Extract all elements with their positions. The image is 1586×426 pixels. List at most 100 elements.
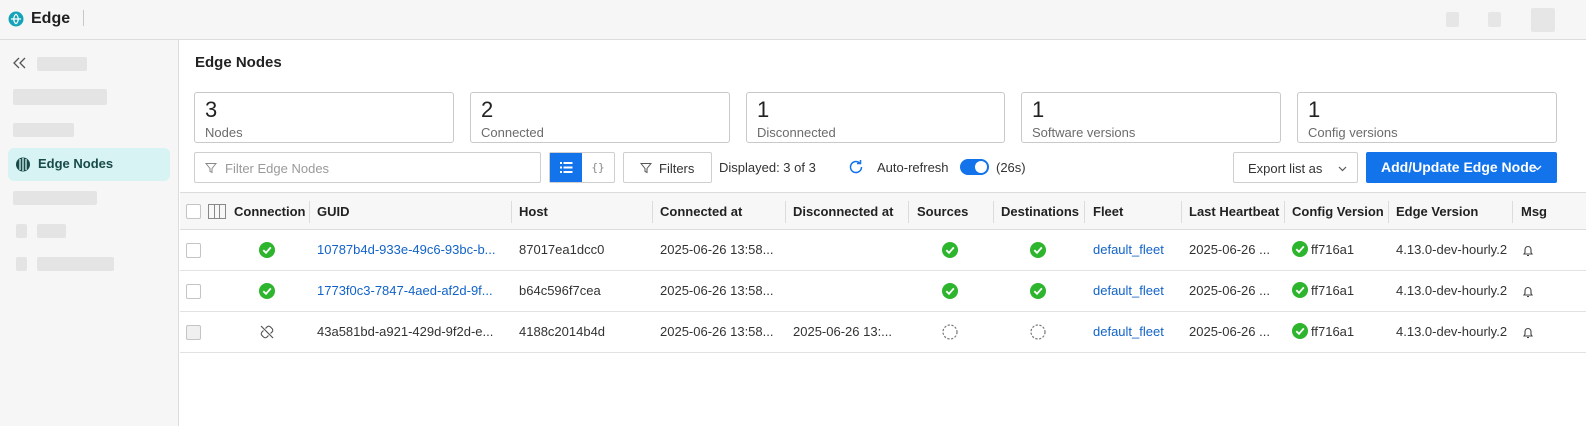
column-divider [1512, 201, 1513, 223]
json-view-button[interactable]: {} [582, 153, 614, 182]
stat-value: 3 [205, 97, 218, 122]
select-all-checkbox[interactable] [186, 204, 201, 219]
bell-icon[interactable] [1522, 244, 1534, 257]
edge-nodes-icon [16, 157, 30, 172]
edge-version-cell: 4.13.0-dev-hourly.2 [1396, 283, 1508, 298]
page-title: Edge Nodes [195, 54, 282, 71]
row-checkbox[interactable] [186, 243, 201, 258]
view-toggle: {} [549, 152, 615, 183]
sidebar-placeholder [37, 224, 66, 238]
host-cell: 4188c2014b4d [519, 324, 606, 339]
config-version-cell: ff716a1 [1311, 324, 1355, 339]
stat-card-config-versions: 1 Config versions [1297, 92, 1557, 143]
sidebar-item-label: Edge Nodes [38, 156, 114, 171]
auto-refresh-toggle[interactable] [960, 159, 989, 175]
chevron-down-icon [1338, 166, 1347, 172]
fleet-link[interactable]: default_fleet [1093, 283, 1178, 298]
edge-logo-icon [8, 11, 24, 27]
columns-icon[interactable] [208, 204, 226, 219]
export-list-button[interactable]: Export list as [1233, 152, 1358, 183]
row-checkbox[interactable] [186, 284, 201, 299]
add-update-edge-node-button[interactable]: Add/Update Edge Node [1366, 152, 1557, 183]
refresh-icon[interactable] [848, 159, 864, 175]
check-circle-icon [1292, 323, 1308, 339]
column-header-connection[interactable]: Connection [234, 204, 306, 219]
disconnected-at-cell: 2025-06-26 13:... [793, 324, 893, 339]
bell-icon[interactable] [1522, 285, 1534, 298]
config-version-cell: ff716a1 [1311, 283, 1355, 298]
bell-icon[interactable] [1522, 326, 1534, 339]
column-header-last-heartbeat[interactable]: Last Heartbeat [1189, 204, 1279, 219]
host-cell: b64c596f7cea [519, 283, 601, 298]
top-bar: Edge [0, 0, 1586, 40]
funnel-icon [640, 163, 652, 174]
edge-version-cell: 4.13.0-dev-hourly.2 [1396, 324, 1508, 339]
auto-refresh-label: Auto-refresh [877, 160, 949, 175]
column-header-connected-at[interactable]: Connected at [660, 204, 742, 219]
fleet-link[interactable]: default_fleet [1093, 324, 1178, 339]
collapse-sidebar-icon[interactable] [13, 57, 27, 69]
connected-at-cell: 2025-06-26 13:58... [660, 242, 774, 257]
host-cell: 87017ea1dcc0 [519, 242, 605, 257]
column-divider [1284, 201, 1285, 223]
add-button-label: Add/Update Edge Node [1381, 159, 1537, 175]
stat-value: 2 [481, 97, 494, 122]
chevron-down-icon [1533, 165, 1542, 171]
table-header: Connection GUID Host Connected at Discon… [180, 192, 1586, 230]
column-header-fleet[interactable]: Fleet [1093, 204, 1123, 219]
last-heartbeat-cell: 2025-06-26 ... [1189, 283, 1270, 298]
column-divider [908, 201, 909, 223]
sidebar-placeholder [16, 224, 27, 238]
user-avatar[interactable] [1531, 8, 1555, 32]
stat-value: 1 [1308, 97, 1321, 122]
check-circle-icon [259, 283, 275, 299]
column-header-msg[interactable]: Msg [1521, 204, 1547, 219]
sidebar: Edge Nodes [0, 40, 179, 426]
table-row[interactable]: 43a581bd-a921-429d-9f2d-e... 4188c2014b4… [180, 312, 1586, 353]
topbar-action-1[interactable] [1446, 12, 1459, 27]
sidebar-placeholder [13, 123, 74, 137]
fleet-link[interactable]: default_fleet [1093, 242, 1178, 257]
row-checkbox[interactable] [186, 325, 201, 340]
filters-button[interactable]: Filters [623, 152, 712, 183]
topbar-divider [83, 10, 84, 26]
guid-link[interactable]: 1773f0c3-7847-4aed-af2d-9f... [317, 283, 505, 298]
last-heartbeat-cell: 2025-06-26 ... [1189, 324, 1270, 339]
sidebar-placeholder [13, 191, 97, 205]
check-circle-icon [1292, 241, 1308, 257]
filter-input[interactable] [223, 157, 533, 179]
column-header-sources[interactable]: Sources [917, 204, 968, 219]
stat-label: Disconnected [757, 125, 836, 140]
column-header-destinations[interactable]: Destinations [1001, 204, 1079, 219]
stat-card-disconnected: 1 Disconnected [746, 92, 1005, 143]
column-header-config-version[interactable]: Config Version [1292, 204, 1384, 219]
table-row[interactable]: 10787b4d-933e-49c6-93bc-b... 87017ea1dcc… [180, 230, 1586, 271]
stat-label: Connected [481, 125, 544, 140]
displayed-count: Displayed: 3 of 3 [719, 160, 816, 175]
column-header-host[interactable]: Host [519, 204, 548, 219]
config-version-cell: ff716a1 [1311, 242, 1355, 257]
guid-link[interactable]: 10787b4d-933e-49c6-93bc-b... [317, 242, 505, 257]
dashed-circle-icon [942, 324, 958, 340]
edge-version-cell: 4.13.0-dev-hourly.2 [1396, 242, 1508, 257]
column-divider [309, 201, 310, 223]
list-view-button[interactable] [550, 153, 582, 182]
check-circle-icon [942, 283, 958, 299]
column-header-disconnected-at[interactable]: Disconnected at [793, 204, 893, 219]
check-circle-icon [1030, 283, 1046, 299]
filter-edge-nodes-field[interactable] [194, 152, 541, 183]
topbar-action-2[interactable] [1488, 12, 1501, 27]
column-header-guid[interactable]: GUID [317, 204, 350, 219]
check-circle-icon [259, 242, 275, 258]
column-header-edge-version[interactable]: Edge Version [1396, 204, 1478, 219]
sidebar-item-edge-nodes[interactable]: Edge Nodes [8, 148, 170, 181]
sidebar-placeholder [16, 257, 27, 271]
broken-link-icon [260, 325, 274, 339]
stat-label: Software versions [1032, 125, 1136, 140]
stat-label: Nodes [205, 125, 243, 140]
table-row[interactable]: 1773f0c3-7847-4aed-af2d-9f... b64c596f7c… [180, 271, 1586, 312]
sidebar-placeholder [13, 89, 107, 105]
connected-at-cell: 2025-06-26 13:58... [660, 324, 774, 339]
connected-at-cell: 2025-06-26 13:58... [660, 283, 774, 298]
column-divider [1181, 201, 1182, 223]
